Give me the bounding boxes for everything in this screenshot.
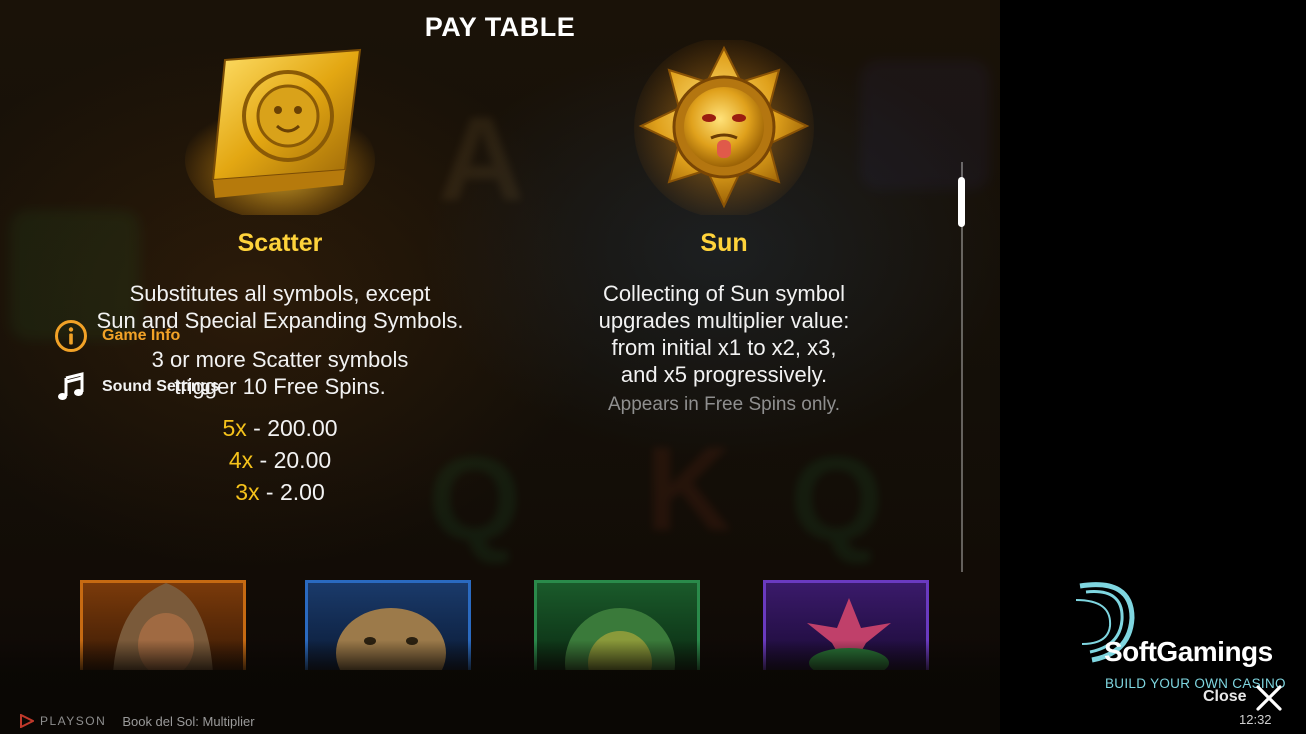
sun-title: Sun <box>700 229 748 257</box>
menu-item-label: Sound Settings <box>102 378 220 395</box>
sun-description-line: and x5 progressively. <box>620 362 828 387</box>
scatter-title: Scatter <box>237 229 323 257</box>
sun-description-line: from initial x1 to x2, x3, <box>611 335 837 360</box>
sun-description-line: upgrades multiplier value: <box>598 308 850 333</box>
sun-note: Appears in Free Spins only. <box>608 394 840 415</box>
menu-item-game-info[interactable]: Game Info <box>54 319 180 353</box>
payout-value: 20.00 <box>273 447 332 473</box>
game-area: A K Q Q PAY TABLE Scatter Substitutes al… <box>0 0 1000 734</box>
payout-multiplier: 5x <box>222 415 247 441</box>
payout-value: 200.00 <box>267 415 338 441</box>
menu-item-label: Game Info <box>102 327 181 344</box>
game-name: Book del Sol: Multiplier <box>122 713 255 729</box>
payout-row: 5x - 200.00 <box>222 415 338 441</box>
provider-name: PLAYSON <box>40 714 107 728</box>
sun-description: Collecting of Sun symbol upgrades multip… <box>500 280 948 388</box>
scatter-symbol-section: Scatter Substitutes all symbols, except … <box>40 40 520 508</box>
golden-sun-icon <box>629 38 819 218</box>
scrollbar-thumb[interactable] <box>958 177 965 227</box>
sun-description-line: Collecting of Sun symbol <box>602 281 846 306</box>
sun-symbol-section: Sun Collecting of Sun symbol upgrades mu… <box>500 38 948 416</box>
scatter-description-line: Substitutes all symbols, except <box>129 281 431 306</box>
payout-multiplier: 3x <box>235 479 260 505</box>
playson-logo-icon <box>20 714 34 728</box>
close-icon[interactable] <box>1255 684 1283 712</box>
close-label[interactable]: Close <box>1203 688 1247 706</box>
payout-row: 4x - 20.00 <box>228 447 332 473</box>
scatter-payouts: 5x - 200.00 4x - 20.00 3x - 2.00 <box>40 412 520 508</box>
footer-bar: PLAYSON Book del Sol: Multiplier <box>20 711 255 731</box>
bg-reel-letter: K <box>645 422 732 556</box>
menu-item-sound-settings[interactable]: Sound Settings <box>54 370 219 404</box>
payout-multiplier: 4x <box>228 447 254 473</box>
bg-reel-letter: Q <box>790 432 884 566</box>
payout-row: 3x - 2.00 <box>235 479 325 505</box>
pay-table-title: PAY TABLE <box>424 12 576 42</box>
info-icon <box>54 319 88 353</box>
clock: 12:32 <box>1239 712 1272 727</box>
playson-logo: PLAYSON <box>20 714 106 728</box>
golden-book-icon <box>185 40 375 220</box>
music-note-icon <box>54 370 88 404</box>
payout-value: 2.00 <box>279 479 325 505</box>
softgamings-name: SoftGamings <box>1104 636 1273 667</box>
